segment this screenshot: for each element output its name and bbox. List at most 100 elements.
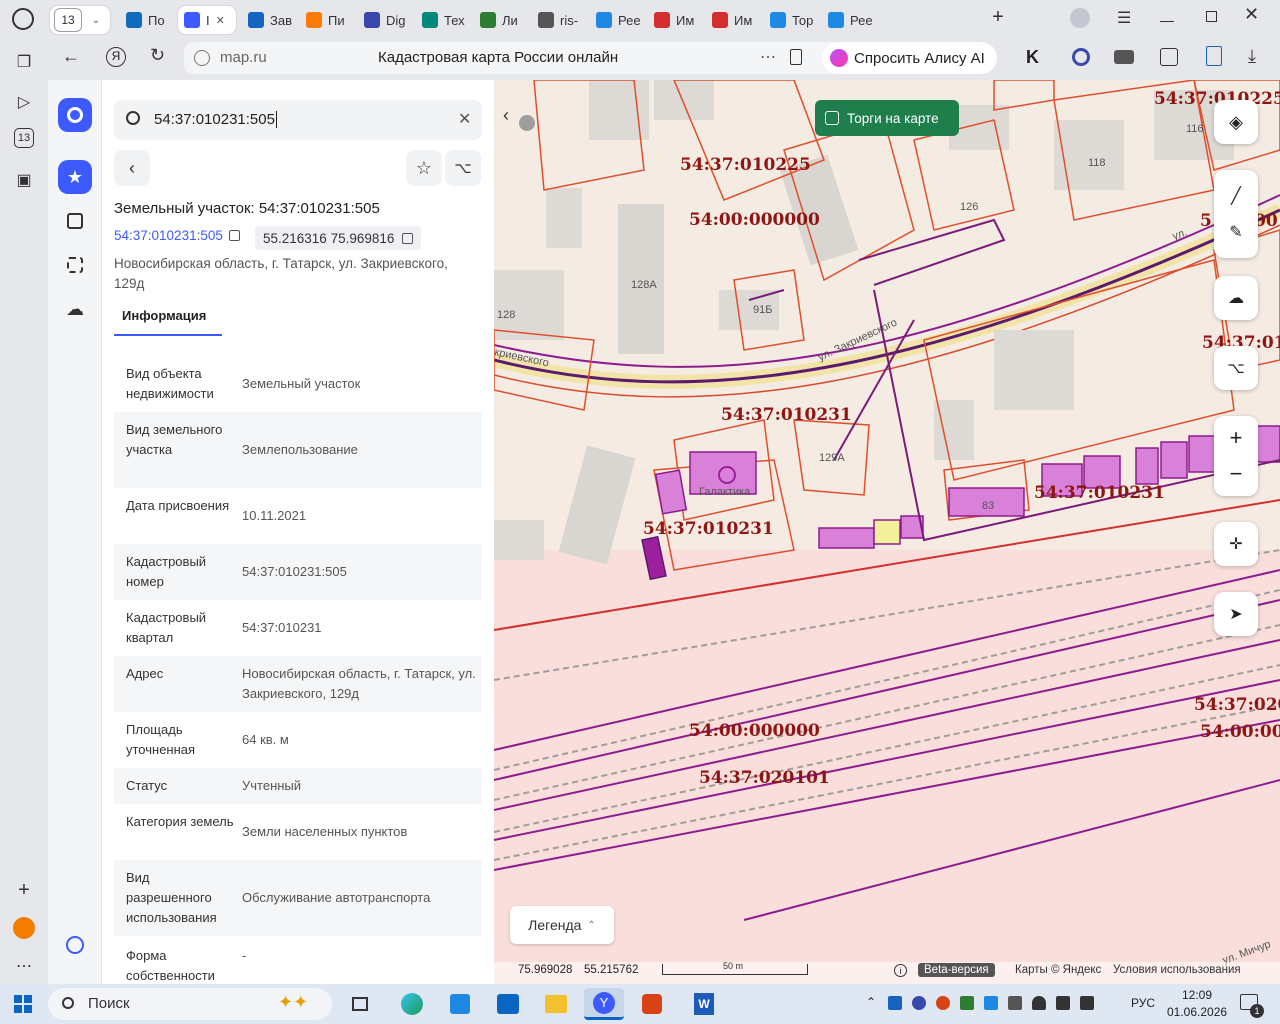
zoom-in-button[interactable]: +	[1230, 427, 1243, 449]
extension-circle-icon[interactable]	[1072, 48, 1090, 66]
browser-tab[interactable]: Dig	[358, 6, 410, 34]
checkbox-icon[interactable]	[825, 111, 839, 125]
app-logo-icon[interactable]	[58, 98, 92, 132]
chevron-up-icon[interactable]: ⌃	[866, 995, 876, 1009]
outlook-icon[interactable]	[488, 988, 528, 1020]
polygon-tool-icon[interactable]	[58, 204, 92, 238]
pan-button[interactable]: ✛	[1214, 522, 1258, 566]
more-actions-icon[interactable]: ⋯	[760, 47, 776, 67]
collections-icon[interactable]: ❐	[12, 50, 36, 74]
select-area-icon[interactable]	[58, 248, 92, 282]
tab-counter[interactable]: 13 ⌄	[50, 6, 110, 34]
restore-button[interactable]	[1206, 11, 1217, 22]
browser-tab[interactable]: Тех	[416, 6, 468, 34]
file-explorer-icon[interactable]	[536, 988, 576, 1020]
tab-information[interactable]: Информация	[114, 304, 222, 336]
back-arrow-icon[interactable]: ←	[62, 46, 80, 67]
layers-button[interactable]: ◈	[1214, 100, 1258, 144]
download-icon[interactable]: ⤓	[1248, 46, 1256, 67]
word-icon[interactable]: W	[684, 988, 724, 1020]
map-canvas[interactable]: 116 118 126 128А 128 91Б 129А 83 Галакти…	[494, 80, 1280, 984]
browser-tab[interactable]: Ли	[474, 6, 526, 34]
extension-shield-icon[interactable]	[1114, 50, 1134, 64]
yandex-logo-icon[interactable]: Я	[106, 47, 126, 67]
taskbar-search[interactable]: Поиск ✦✦	[48, 988, 332, 1020]
cadastral-map[interactable]: 116 118 126 128А 128 91Б 129А 83 Галакти…	[494, 80, 1280, 984]
browser-tab[interactable]: Тор	[764, 6, 816, 34]
tab-favicon-icon	[480, 12, 496, 28]
copy-icon[interactable]	[228, 230, 240, 241]
cloud-icon[interactable]: ☁	[58, 292, 92, 326]
tabs-count-icon[interactable]: 13	[14, 128, 34, 148]
browser-tab[interactable]: ris-	[532, 6, 584, 34]
profile-icon[interactable]	[1070, 8, 1090, 28]
favorite-button[interactable]: ☆	[406, 150, 442, 186]
browser-tab[interactable]: Рее	[822, 6, 874, 34]
tab-label: Тор	[792, 12, 814, 28]
screenshot-icon[interactable]: ▣	[12, 168, 36, 192]
bookmark-icon[interactable]	[790, 49, 802, 65]
keyboard-language[interactable]: РУС	[1131, 996, 1155, 1010]
reload-icon[interactable]: ↻	[150, 45, 165, 66]
extension-k-icon[interactable]: K	[1026, 47, 1039, 68]
browser-tab[interactable]: Им	[648, 6, 700, 34]
add-panel-icon[interactable]: +	[12, 878, 36, 902]
new-tab-button[interactable]: +	[986, 6, 1010, 30]
extension-puzzle-icon[interactable]	[1160, 48, 1178, 66]
layers-icon: ◈	[1229, 111, 1243, 132]
edit-icon[interactable]: ✎	[1229, 222, 1242, 242]
share-map-button[interactable]: ⌥	[1214, 346, 1258, 390]
user-profile-icon[interactable]	[58, 928, 92, 962]
ruler-icon[interactable]: ╱	[1231, 186, 1241, 206]
coord-lat: 55.215762	[584, 964, 639, 976]
extension-doc-icon[interactable]	[1206, 46, 1222, 66]
site-info-icon[interactable]	[194, 50, 210, 66]
more-icon[interactable]: ⋯	[12, 954, 36, 978]
map-attribution[interactable]: Карты © Яндекс	[1015, 964, 1101, 976]
task-view-icon[interactable]	[340, 988, 380, 1020]
zoom-out-button[interactable]: −	[1230, 463, 1243, 485]
upload-button[interactable]: ☁	[1214, 276, 1258, 320]
minimize-button[interactable]	[1160, 8, 1174, 22]
back-button[interactable]: ‹	[114, 150, 150, 186]
url-bar[interactable]: map.ru Кадастровая карта России онлайн ⋯	[184, 42, 864, 74]
coordinates-chip[interactable]: 55.216316 75.969816	[255, 226, 422, 250]
terms-link[interactable]: Условия использования	[1113, 964, 1241, 976]
chevron-down-icon[interactable]: ⌄	[86, 15, 106, 26]
close-window-button[interactable]: ✕	[1244, 4, 1259, 25]
collapse-panel-button[interactable]: ‹	[494, 100, 518, 132]
search-box[interactable]: 54:37:010231:505 ✕	[114, 100, 482, 140]
share-button[interactable]: ⌥	[445, 150, 481, 186]
browser-tab[interactable]: Пи	[300, 6, 352, 34]
taskbar-app-icon[interactable]	[632, 988, 672, 1020]
windows-start-icon[interactable]	[14, 995, 32, 1013]
video-icon[interactable]: ▷	[12, 90, 36, 114]
cadastral-number-link[interactable]: 54:37:010231:505	[114, 228, 240, 243]
favorites-star-icon[interactable]: ★	[58, 160, 92, 194]
close-tab-icon[interactable]: ✕	[216, 14, 225, 27]
history-icon[interactable]	[12, 8, 34, 30]
map-marker-icon[interactable]	[519, 115, 535, 131]
locate-button[interactable]: ➤	[1214, 592, 1258, 636]
legend-button[interactable]: Легенда ⌃	[510, 906, 614, 944]
ask-alice-button[interactable]: Спросить Алису AI	[822, 42, 997, 74]
browser-tab[interactable]: Им	[706, 6, 758, 34]
auction-toggle[interactable]: Торги на карте	[815, 100, 959, 136]
browser-tab[interactable]: Рее	[590, 6, 642, 34]
search-input[interactable]: 54:37:010231:505	[154, 111, 277, 128]
copy-coords-icon[interactable]	[402, 232, 414, 244]
browser-tab[interactable]: Зав	[242, 6, 294, 34]
browser-tab[interactable]: I ✕	[178, 6, 236, 34]
tray-icons[interactable]	[888, 996, 1094, 1010]
clock-time[interactable]: 12:09	[1182, 988, 1212, 1002]
edge-icon[interactable]	[392, 988, 432, 1020]
store-icon[interactable]	[440, 988, 480, 1020]
mail-icon[interactable]	[12, 916, 36, 940]
clear-search-icon[interactable]: ✕	[458, 109, 471, 129]
menu-icon[interactable]: ☰	[1117, 8, 1131, 28]
info-icon[interactable]: i	[894, 964, 907, 977]
info-key: Вид объекта недвижимости	[126, 366, 214, 401]
browser-tab[interactable]: По	[120, 6, 172, 34]
clock-date[interactable]: 01.06.2026	[1167, 1005, 1227, 1019]
yandex-browser-icon[interactable]: Y	[584, 988, 624, 1020]
